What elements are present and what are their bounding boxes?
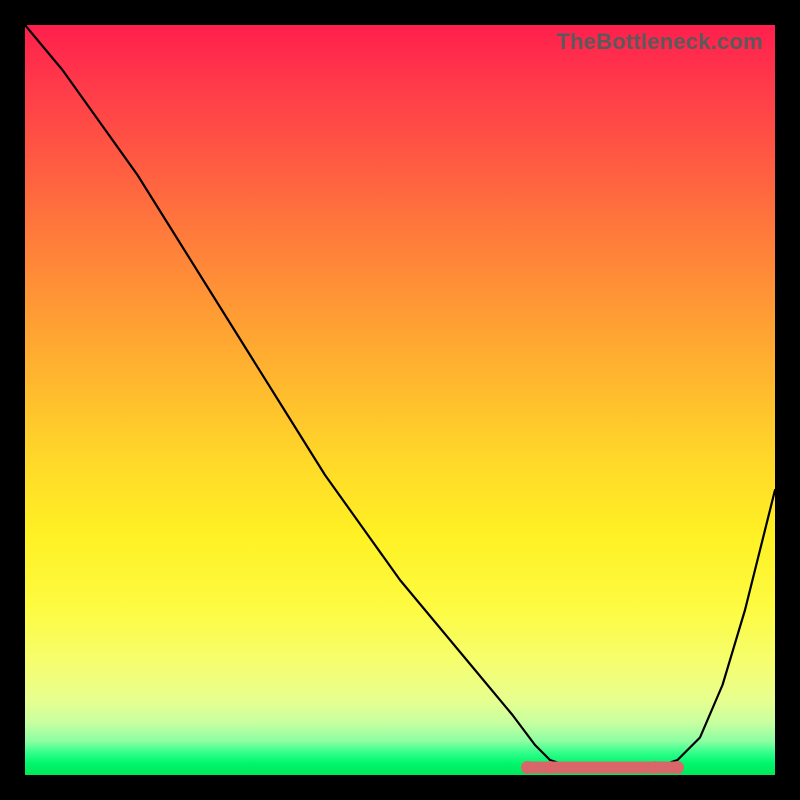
optimal-range-dot	[544, 761, 557, 774]
chart-svg	[25, 25, 775, 775]
optimal-range-dot	[671, 761, 684, 774]
chart-plot-area: TheBottleneck.com	[25, 25, 775, 775]
optimal-range-dot	[521, 761, 534, 774]
optimal-range-dot	[649, 761, 662, 774]
bottleneck-curve	[25, 25, 775, 768]
watermark-label: TheBottleneck.com	[557, 29, 763, 55]
